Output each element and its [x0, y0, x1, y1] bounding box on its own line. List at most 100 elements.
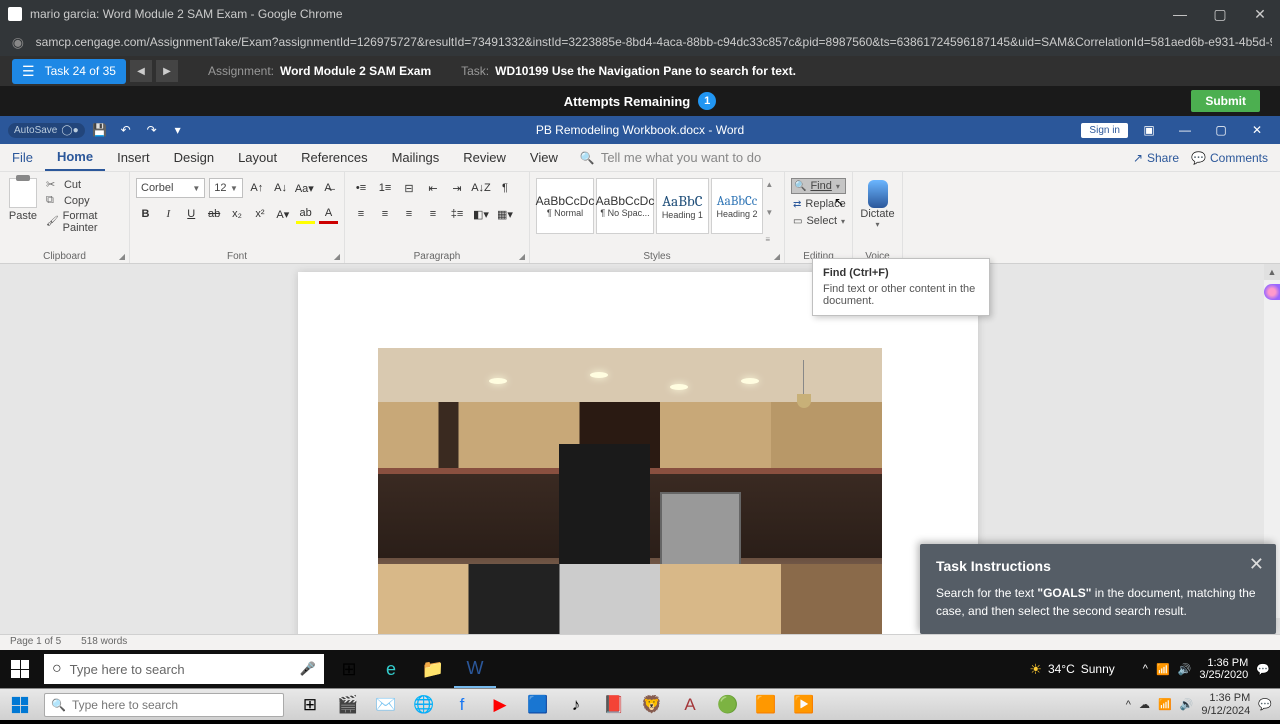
comments-button[interactable]: 💬 Comments: [1191, 151, 1268, 165]
access-icon[interactable]: A: [672, 691, 708, 719]
app-icon-3[interactable]: 📕: [596, 691, 632, 719]
word-taskbar-icon[interactable]: W: [454, 650, 496, 688]
tab-insert[interactable]: Insert: [105, 144, 162, 171]
app-icon-1[interactable]: 🎬: [330, 691, 366, 719]
taskbar-search-sim[interactable]: Type here to search 🎤: [44, 654, 324, 684]
youtube-icon[interactable]: ▶: [482, 691, 518, 719]
clock-sim[interactable]: 1:36 PM 3/25/2020: [1199, 657, 1248, 681]
tray-chevron-real-icon[interactable]: ^: [1126, 699, 1131, 711]
notifications-real-icon[interactable]: 💬: [1258, 698, 1272, 711]
clear-formatting-button[interactable]: A̶: [318, 178, 338, 198]
italic-button[interactable]: I: [159, 204, 178, 224]
task-view-icon[interactable]: ⊞: [328, 650, 370, 688]
autosave-toggle[interactable]: AutoSave ◯●: [8, 123, 85, 138]
align-center-button[interactable]: ≡: [375, 204, 395, 224]
bullets-button[interactable]: •≡: [351, 178, 371, 198]
tell-me-search[interactable]: 🔍 Tell me what you want to do: [580, 144, 761, 171]
word-minimize[interactable]: —: [1170, 120, 1200, 140]
tray-chevron-icon[interactable]: ^: [1143, 663, 1148, 675]
mic-icon[interactable]: 🎤: [300, 661, 316, 677]
app-icon-6[interactable]: ▶️: [786, 691, 822, 719]
tab-references[interactable]: References: [289, 144, 379, 171]
clipboard-dialog-launcher[interactable]: ◢: [119, 252, 125, 261]
paste-button[interactable]: Paste: [6, 176, 40, 246]
task-progress-chip[interactable]: ☰ Task 24 of 35: [12, 59, 126, 84]
tray-volume-real-icon[interactable]: 🔊: [1180, 698, 1194, 711]
multilevel-list-button[interactable]: ⊟: [399, 178, 419, 198]
task-instructions-close[interactable]: ✕: [1249, 554, 1264, 575]
highlight-button[interactable]: ab: [296, 204, 315, 224]
strikethrough-button[interactable]: ab: [205, 204, 224, 224]
change-case-button[interactable]: Aa▾: [294, 178, 314, 198]
style-heading-2[interactable]: AaBbCc Heading 2: [711, 178, 764, 234]
font-color-button[interactable]: A: [319, 204, 338, 224]
tray-network-icon[interactable]: 📶: [1156, 663, 1170, 676]
ribbon-display-icon[interactable]: ▣: [1134, 120, 1164, 140]
document-page[interactable]: [298, 272, 978, 634]
start-button-sim[interactable]: [0, 650, 40, 688]
style-normal[interactable]: AaBbCcDc ¶ Normal: [536, 178, 594, 234]
prev-task-button[interactable]: ◀: [130, 60, 152, 82]
style-heading-1[interactable]: AaBbC Heading 1: [656, 178, 709, 234]
subscript-button[interactable]: x₂: [228, 204, 247, 224]
tray-onedrive-icon[interactable]: ☁: [1139, 698, 1150, 711]
format-painter-button[interactable]: Format Painter: [46, 210, 123, 234]
chrome-minimize[interactable]: —: [1160, 0, 1200, 28]
browser-icon[interactable]: 🌐: [406, 691, 442, 719]
signin-button[interactable]: Sign in: [1081, 123, 1128, 138]
scroll-up-button[interactable]: ▲: [1264, 264, 1280, 280]
styles-scroll[interactable]: ▲▼≡: [765, 178, 778, 246]
dictate-dropdown[interactable]: ▾: [875, 220, 879, 229]
taskbar-search-real[interactable]: 🔍 Type here to search: [44, 693, 284, 717]
shrink-font-button[interactable]: A↓: [271, 178, 291, 198]
find-button[interactable]: Find▾: [791, 178, 846, 194]
tray-volume-icon[interactable]: 🔊: [1178, 663, 1192, 676]
tiktok-icon[interactable]: ♪: [558, 691, 594, 719]
styles-dialog-launcher[interactable]: ◢: [774, 252, 780, 261]
app-icon-4[interactable]: 🦁: [634, 691, 670, 719]
share-button[interactable]: ↗ Share: [1133, 151, 1179, 165]
text-effects-button[interactable]: A▾: [273, 204, 292, 224]
word-count[interactable]: 518 words: [81, 636, 127, 649]
file-explorer-icon[interactable]: 📁: [412, 650, 454, 688]
increase-indent-button[interactable]: ⇥: [447, 178, 467, 198]
copy-button[interactable]: Copy: [46, 194, 123, 208]
select-button[interactable]: Select▾: [791, 214, 846, 228]
font-name-select[interactable]: Corbel▼: [136, 178, 205, 198]
superscript-button[interactable]: x²: [250, 204, 269, 224]
grow-font-button[interactable]: A↑: [247, 178, 267, 198]
numbering-button[interactable]: 1≡: [375, 178, 395, 198]
tab-file[interactable]: File: [0, 144, 45, 171]
menu-icon[interactable]: ☰: [22, 63, 35, 80]
cut-button[interactable]: Cut: [46, 178, 123, 192]
undo-icon[interactable]: ↶: [115, 119, 137, 141]
bold-button[interactable]: B: [136, 204, 155, 224]
chrome-close[interactable]: ✕: [1240, 0, 1280, 28]
app-icon-2[interactable]: 🟦: [520, 691, 556, 719]
sort-button[interactable]: A↓Z: [471, 178, 491, 198]
chrome-icon[interactable]: 🟢: [710, 691, 746, 719]
redo-icon[interactable]: ↷: [141, 119, 163, 141]
mail-icon[interactable]: ✉️: [368, 691, 404, 719]
save-icon[interactable]: 💾: [89, 119, 111, 141]
decrease-indent-button[interactable]: ⇤: [423, 178, 443, 198]
url-bar[interactable]: ◉ samcp.cengage.com/AssignmentTake/Exam?…: [0, 28, 1280, 56]
underline-button[interactable]: U: [182, 204, 201, 224]
word-maximize[interactable]: ▢: [1206, 120, 1236, 140]
replace-button[interactable]: Replace: [791, 197, 846, 211]
site-info-icon[interactable]: ◉: [8, 32, 28, 52]
dictate-icon[interactable]: [868, 180, 888, 208]
facebook-icon[interactable]: f: [444, 691, 480, 719]
tab-review[interactable]: Review: [451, 144, 518, 171]
chrome-maximize[interactable]: ▢: [1200, 0, 1240, 28]
style-no-spacing[interactable]: AaBbCcDc ¶ No Spac...: [596, 178, 654, 234]
weather-widget[interactable]: 34°C Sunny: [1029, 661, 1114, 678]
next-task-button[interactable]: ▶: [156, 60, 178, 82]
word-close[interactable]: ✕: [1242, 120, 1272, 140]
font-size-select[interactable]: 12▼: [209, 178, 243, 198]
app-icon-5[interactable]: 🟧: [748, 691, 784, 719]
edge-icon[interactable]: e: [370, 650, 412, 688]
tab-mailings[interactable]: Mailings: [380, 144, 452, 171]
copilot-badge-icon[interactable]: [1264, 284, 1280, 300]
task-view-real-icon[interactable]: ⊞: [292, 691, 328, 719]
